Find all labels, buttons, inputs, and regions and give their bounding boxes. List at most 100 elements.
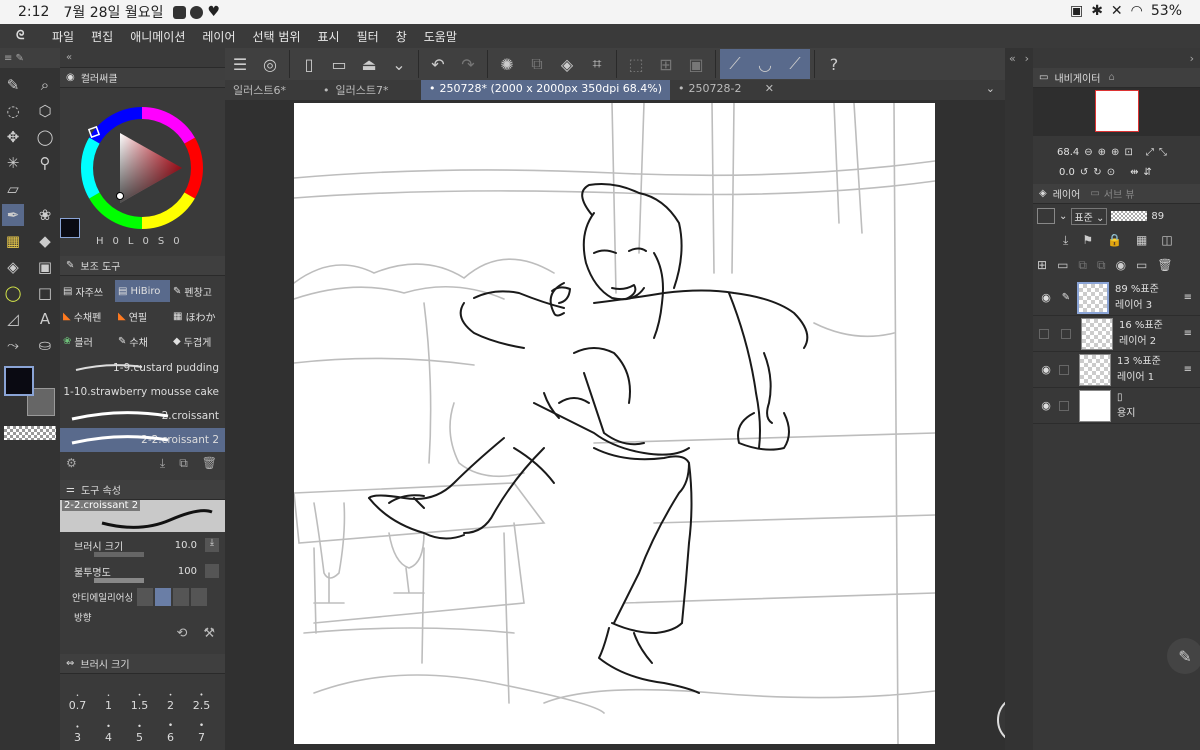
quick-edit-pen-icon[interactable]: ✎ bbox=[1167, 638, 1200, 674]
layer-name[interactable]: 레이어 1 bbox=[1117, 370, 1161, 386]
antialias-none[interactable] bbox=[137, 588, 154, 606]
new-folder-icon[interactable]: ▭ bbox=[1057, 258, 1068, 272]
redo-icon[interactable]: ↷ bbox=[453, 49, 483, 79]
tab-illust6[interactable]: 일러스트6* bbox=[225, 80, 315, 100]
edit-checkbox[interactable] bbox=[1061, 328, 1071, 339]
delete-layer-icon[interactable]: 🗑 bbox=[1157, 258, 1172, 272]
fit-window-icon[interactable]: ⤢ bbox=[1146, 147, 1154, 158]
copy-layer-icon[interactable]: ⧉ bbox=[522, 49, 552, 79]
chevron-down-icon[interactable]: ⌄ bbox=[384, 49, 414, 79]
size-preset[interactable]: • 6 bbox=[155, 712, 186, 744]
eye-icon[interactable]: ◉ bbox=[1039, 399, 1053, 412]
loading-icon[interactable]: ✺ bbox=[492, 49, 522, 79]
gradient-tool-icon[interactable]: ▣ bbox=[34, 256, 56, 278]
layer-row-1[interactable]: ◉ 13 %표준 레이어 1 ≡ bbox=[1033, 352, 1200, 388]
ruler-snap-icon[interactable]: ⟋ bbox=[720, 49, 750, 79]
eyedropper-icon[interactable]: ⚲ bbox=[34, 152, 56, 174]
selection-border-icon[interactable]: ▣ bbox=[681, 49, 711, 79]
mask-icon[interactable]: ◫ bbox=[1161, 233, 1172, 247]
object-tool-icon[interactable]: ⬡ bbox=[34, 100, 56, 122]
layer-name[interactable]: 용지 bbox=[1117, 406, 1135, 422]
pressure-icon[interactable]: ⤓ bbox=[205, 538, 219, 552]
undo-icon[interactable]: ↶ bbox=[423, 49, 453, 79]
zoom-in-icon[interactable]: ⊕ bbox=[1098, 147, 1106, 158]
sub-tool-group[interactable]: ◣ 연필 bbox=[115, 305, 170, 327]
new-raster-layer-icon[interactable]: ⊞ bbox=[1037, 258, 1047, 272]
balloon-tool-icon[interactable]: ⛀ bbox=[34, 334, 56, 356]
correction-tool-icon[interactable]: ⤳ bbox=[2, 334, 24, 356]
visibility-checkbox[interactable] bbox=[1039, 328, 1049, 339]
zoom-value[interactable]: 68.4 bbox=[1057, 147, 1079, 158]
drawing-canvas[interactable] bbox=[293, 102, 936, 745]
new-file-icon[interactable]: ▯ bbox=[294, 49, 324, 79]
selection-lasso-icon[interactable]: ◯ bbox=[34, 126, 56, 148]
brush-item[interactable]: 2-2.croissant 2 bbox=[60, 428, 225, 452]
sub-tool-group[interactable]: ✎ 펜창고 bbox=[170, 280, 225, 302]
size-preset[interactable]: • 3 bbox=[62, 712, 93, 744]
invert-selection-icon[interactable]: ⊞ bbox=[651, 49, 681, 79]
lock-transparency-icon[interactable]: ▦ bbox=[1136, 233, 1147, 247]
size-preset[interactable]: • 7 bbox=[186, 712, 217, 744]
help-icon[interactable]: ? bbox=[819, 49, 849, 79]
pattern-tool-icon[interactable]: ▦ bbox=[2, 230, 24, 252]
grid-snap-icon[interactable]: ⟋ bbox=[780, 49, 810, 79]
text-tool-icon[interactable]: A bbox=[34, 308, 56, 330]
download-icon[interactable]: ⤓ bbox=[160, 456, 165, 471]
zoom-fit-icon[interactable]: ⊕ bbox=[1111, 147, 1119, 158]
size-preset[interactable]: • 5 bbox=[124, 712, 155, 744]
menu-layer[interactable]: 레이어 bbox=[202, 28, 235, 45]
chevron-down-icon[interactable]: ⌄ bbox=[1059, 211, 1067, 222]
size-preset[interactable]: • 1 bbox=[93, 680, 124, 712]
brush-item[interactable]: 1-10.strawberry mousse cake bbox=[60, 380, 225, 404]
merge-down-icon[interactable]: ⧉ bbox=[1078, 258, 1087, 273]
pen-tool-icon[interactable]: ✎ bbox=[2, 74, 24, 96]
sub-view-icon[interactable]: ⌂ bbox=[1108, 72, 1114, 83]
fill-icon[interactable]: ◈ bbox=[552, 49, 582, 79]
panel-collapse-bar[interactable]: « bbox=[60, 48, 225, 68]
layer-name[interactable]: 레이어 3 bbox=[1115, 298, 1159, 314]
sub-tool-group[interactable]: ▤ HiBiro bbox=[115, 280, 170, 302]
menu-file[interactable]: 파일 bbox=[52, 28, 74, 45]
sub-tool-group[interactable]: ❀ 블러 bbox=[60, 330, 115, 352]
menu-icon[interactable]: ☰ bbox=[225, 49, 255, 79]
tab-illust7[interactable]: • 일러스트7* bbox=[315, 80, 421, 100]
sub-view-tab-icon[interactable]: ▭ bbox=[1090, 188, 1099, 199]
rotate-left-icon[interactable]: ↺ bbox=[1080, 167, 1088, 178]
menu-edit[interactable]: 편집 bbox=[91, 28, 113, 45]
blend-tool-icon[interactable]: ❀ bbox=[34, 204, 56, 226]
layer-color-swatch[interactable] bbox=[1037, 208, 1055, 224]
antialias-weak[interactable] bbox=[155, 588, 172, 606]
current-color-swatch[interactable] bbox=[60, 218, 80, 238]
drag-handle-icon[interactable]: ≡ bbox=[1184, 292, 1192, 303]
zoom-actual-icon[interactable]: ⊡ bbox=[1124, 147, 1132, 158]
blend-mode-select[interactable]: 표준 ⌄ bbox=[1071, 207, 1108, 225]
clip-icon[interactable]: ⤓ bbox=[1063, 233, 1068, 248]
reset-icon[interactable]: ⟲ bbox=[176, 626, 187, 648]
sub-view-tab[interactable]: 서브 뷰 bbox=[1104, 186, 1135, 201]
flip-vertical-icon[interactable]: ⇵ bbox=[1143, 167, 1151, 178]
app-icon[interactable]: ◎ bbox=[255, 49, 285, 79]
brush-size-value[interactable]: 10.0 bbox=[175, 540, 197, 551]
collapse-right-icon[interactable]: › bbox=[1025, 52, 1029, 65]
size-preset[interactable]: • 4 bbox=[93, 712, 124, 744]
layer-row-3[interactable]: ◉ ✎ 89 %표준 레이어 3 ≡ bbox=[1033, 280, 1200, 316]
brush-item[interactable]: 1-9.custard pudding bbox=[60, 356, 225, 380]
figure-tool-icon[interactable]: ◯ bbox=[2, 282, 24, 304]
app-logo-icon[interactable]: ᘓ bbox=[16, 28, 38, 44]
flip-horizontal-icon[interactable]: ⇹ bbox=[1130, 167, 1138, 178]
reference-icon[interactable]: ⚑ bbox=[1082, 233, 1093, 247]
opacity-slider[interactable] bbox=[94, 578, 144, 583]
settings-icon[interactable]: ⚙ bbox=[66, 456, 77, 470]
drag-handle-icon[interactable]: ≡ bbox=[1184, 328, 1192, 339]
move-tool-icon[interactable]: ✥ bbox=[2, 126, 24, 148]
color-wheel-graphic[interactable] bbox=[60, 88, 225, 248]
layer-menu-icon[interactable]: ▭ bbox=[1136, 258, 1147, 272]
menu-view[interactable]: 표시 bbox=[318, 28, 340, 45]
size-preset[interactable]: • 2.5 bbox=[186, 680, 217, 712]
opacity-option-icon[interactable] bbox=[205, 564, 219, 578]
lock-icon[interactable]: 🔒 bbox=[1107, 233, 1122, 247]
antialias-row[interactable]: 안티에일리어싱 bbox=[60, 584, 225, 610]
collapse-left-icon[interactable]: « bbox=[1009, 52, 1016, 65]
color-wheel[interactable]: H 0 L 0 S 0 bbox=[60, 88, 225, 248]
menu-filter[interactable]: 필터 bbox=[357, 28, 379, 45]
